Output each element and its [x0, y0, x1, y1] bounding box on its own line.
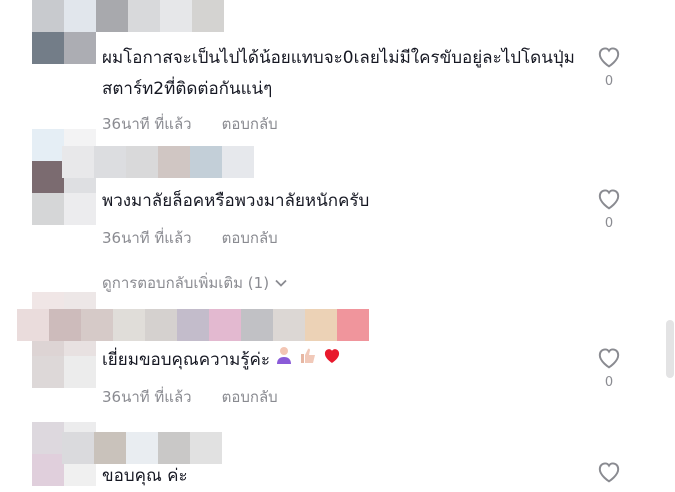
- view-more-replies-label: ดูการตอบกลับเพิ่มเติม (1): [102, 274, 270, 292]
- reply-button[interactable]: ตอบกลับ: [222, 112, 278, 136]
- comment-meta: 36นาที ที่แล้ว ตอบกลับ: [102, 226, 278, 250]
- avatar[interactable]: [32, 32, 96, 64]
- like-control: [594, 459, 624, 483]
- comment-timestamp: 36นาที ที่แล้ว: [102, 388, 192, 406]
- chevron-down-icon: [275, 279, 287, 287]
- red-heart-icon: [322, 345, 342, 376]
- comment-section: ผมโอกาสจะเป็นไปได้น้อยแทบจะ0เลยไม่มีใครข…: [0, 0, 675, 492]
- person-bowing-icon: [274, 345, 294, 376]
- comment-text: เยี่ยมขอบคุณความรู้ค่ะ: [102, 345, 582, 376]
- comment-text: พวงมาลัยล็อคหรือพวงมาลัยหนักครับ: [102, 191, 370, 211]
- comment-text-content: เยี่ยมขอบคุณความรู้ค่ะ: [102, 350, 271, 370]
- blurred-username: [62, 146, 254, 178]
- heart-icon[interactable]: [596, 459, 622, 483]
- comment-text: ผมโอกาสจะเป็นไปได้น้อยแทบจะ0เลยไม่มีใครข…: [102, 48, 575, 99]
- reply-button[interactable]: ตอบกลับ: [222, 385, 278, 409]
- like-count: 0: [604, 375, 614, 390]
- comment-timestamp: 36นาที ที่แล้ว: [102, 115, 192, 133]
- comment-timestamp: 36นาที ที่แล้ว: [102, 229, 192, 247]
- heart-icon[interactable]: [596, 186, 622, 210]
- comment-text: ขอบคุณ ค่ะ: [102, 466, 188, 486]
- blurred-username: [17, 309, 369, 341]
- blurred-username: [32, 0, 224, 32]
- blurred-username: [62, 432, 222, 464]
- reply-button[interactable]: ตอบกลับ: [222, 226, 278, 250]
- like-control: 0: [594, 44, 624, 89]
- like-control: 0: [594, 186, 624, 231]
- like-count: 0: [604, 216, 614, 231]
- like-count: 0: [604, 74, 614, 89]
- heart-icon[interactable]: [596, 345, 622, 369]
- like-control: 0: [594, 345, 624, 390]
- comment-meta: 36นาที ที่แล้ว ตอบกลับ: [102, 385, 278, 409]
- thumbs-up-icon: [298, 345, 318, 376]
- view-more-replies-button[interactable]: ดูการตอบกลับเพิ่มเติม (1): [102, 271, 287, 295]
- comment-meta: 36นาที ที่แล้ว ตอบกลับ: [102, 112, 278, 136]
- heart-icon[interactable]: [596, 44, 622, 68]
- scrollbar-thumb[interactable]: [666, 320, 674, 378]
